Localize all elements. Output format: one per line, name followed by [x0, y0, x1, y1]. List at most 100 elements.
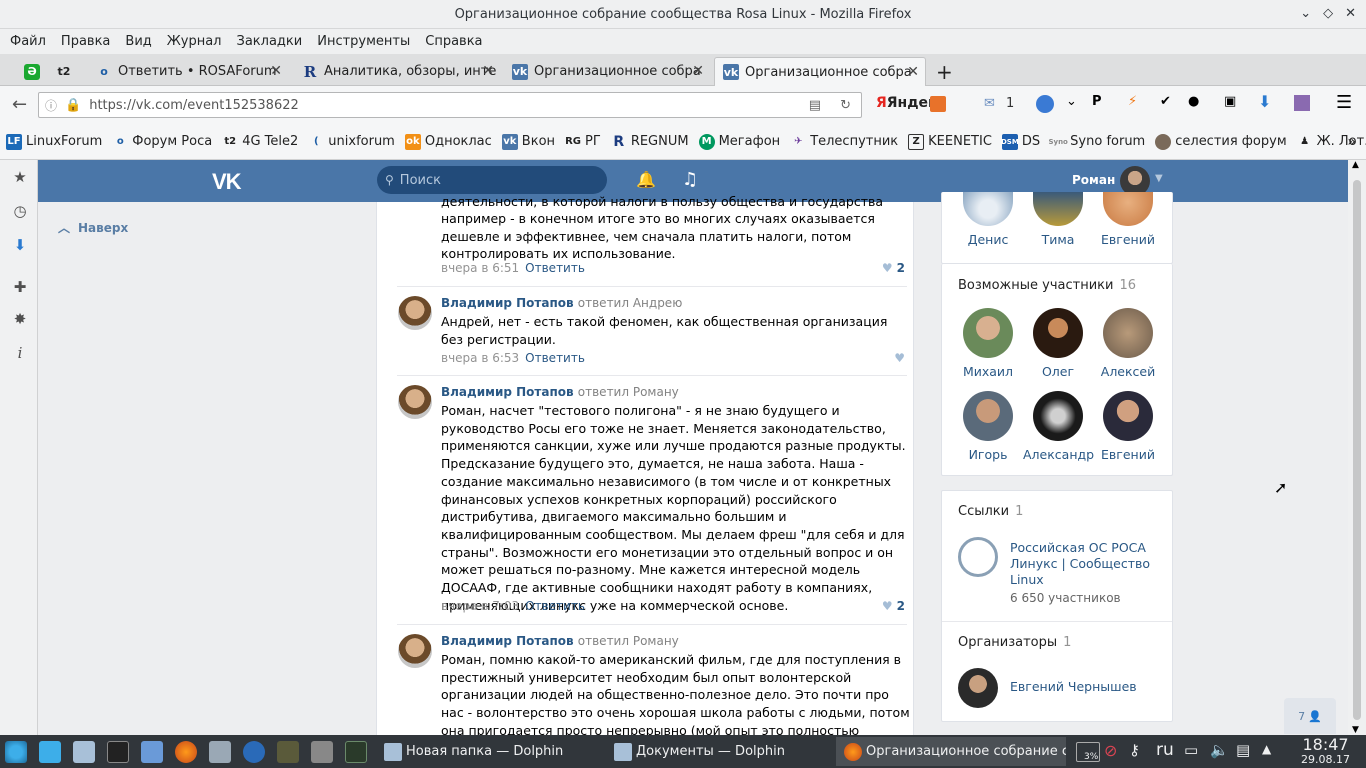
menu-view[interactable]: Вид [125, 34, 151, 49]
desktop-icon[interactable] [39, 741, 61, 763]
scroll-up-link[interactable]: ︿ Наверх [58, 219, 128, 236]
back-icon[interactable]: ← [12, 94, 27, 115]
participant[interactable]: Евгений [1093, 192, 1163, 247]
chevron-down-icon[interactable]: ▼ [1155, 173, 1163, 184]
bookmark-syno[interactable]: Syno Syno forum [1048, 134, 1145, 150]
menu-history[interactable]: Журнал [167, 34, 222, 49]
participant[interactable]: Игорь [953, 391, 1023, 462]
gear-icon[interactable]: ✸ [11, 310, 29, 328]
participant[interactable]: Алексей [1093, 308, 1163, 379]
download-icon[interactable]: ⬇ [11, 236, 29, 254]
menu-bookmarks[interactable]: Закладки [237, 34, 303, 49]
comment-author[interactable]: Владимир Потапов ответил Роману [441, 385, 679, 399]
task-dolphin-1[interactable]: Новая папка — Dolphin [376, 737, 602, 766]
tab-rosaforum[interactable]: o Ответить • ROSAForum ✕ [88, 57, 288, 86]
bookmark-megafon[interactable]: M Мегафон [698, 133, 780, 150]
like-button[interactable]: ♥ [894, 351, 905, 365]
bookmark-telesputnik[interactable]: ✈ Телеспутник [790, 134, 898, 150]
participant[interactable]: Тима [1023, 192, 1093, 247]
section-title[interactable]: Ссылки 1 [958, 504, 1023, 519]
clipboard-icon[interactable]: ⚷ [1129, 741, 1140, 759]
section-title[interactable]: Возможные участники 16 [958, 278, 1136, 293]
bookmark-ok[interactable]: ok Одноклас [404, 133, 492, 150]
link-title[interactable]: Российская ОС РОСА Линукс | Сообщество L… [1010, 540, 1160, 588]
participant[interactable]: Михаил [953, 308, 1023, 379]
bookmark-tele2[interactable]: t2 4G Tele2 [222, 134, 298, 150]
settings-icon[interactable] [311, 741, 333, 763]
puzzle-icon[interactable]: ✚ [11, 278, 29, 296]
bookmark-rg[interactable]: RG РГ [565, 134, 601, 150]
bell-icon[interactable]: 🔔 [636, 170, 656, 189]
close-tab-icon[interactable]: ✕ [692, 63, 704, 79]
tray-expand-icon[interactable]: ▲ [1262, 742, 1271, 756]
music-icon[interactable]: ♫ [682, 169, 698, 190]
clock[interactable]: 18:47 29.08.17 [1301, 736, 1350, 766]
terminal-icon[interactable] [107, 741, 129, 763]
user-icon[interactable]: ● [1188, 94, 1199, 109]
shield-icon[interactable] [277, 741, 299, 763]
scroll-up-arrow-icon[interactable]: ▲ [1352, 160, 1359, 170]
file-manager-icon[interactable] [73, 741, 95, 763]
scrollbar-thumb[interactable] [1353, 180, 1361, 720]
mail-icon[interactable]: ✉ [984, 96, 995, 111]
close-tab-icon[interactable]: ✕ [482, 63, 494, 79]
minimize-icon[interactable]: ⌄ [1300, 6, 1311, 21]
participant[interactable]: Александр [1023, 391, 1094, 462]
volume-icon[interactable]: 🔈 [1210, 741, 1229, 759]
url-text[interactable]: https://vk.com/event152538622 [89, 98, 299, 113]
page-scrollbar[interactable]: ▲ ▼ [1348, 160, 1366, 735]
screenshot-icon[interactable]: ▣ [1224, 94, 1236, 109]
network-disabled-icon[interactable]: ⊘ [1104, 741, 1117, 760]
participant[interactable]: Евгений [1093, 391, 1163, 462]
info-icon[interactable]: i [11, 344, 29, 362]
app-launcher-icon[interactable] [5, 741, 27, 763]
reload-icon[interactable]: ↻ [840, 98, 851, 113]
comment-author[interactable]: Владимир Потапов ответил Роману [441, 634, 679, 648]
notes-icon[interactable]: ▤ [1236, 741, 1250, 759]
section-title[interactable]: Организаторы 1 [958, 635, 1071, 650]
monitor-icon[interactable] [345, 741, 367, 763]
online-friends-button[interactable]: 7 👤 [1284, 698, 1336, 734]
close-tab-icon[interactable]: ✕ [907, 64, 919, 80]
p-addon-icon[interactable]: P [1092, 94, 1102, 109]
editor-icon[interactable] [141, 741, 163, 763]
bookmark-regnum[interactable]: R REGNUM [611, 134, 688, 150]
menu-tools[interactable]: Инструменты [317, 34, 410, 49]
avatar[interactable] [398, 634, 432, 668]
vk-user-name[interactable]: Роман [1072, 173, 1115, 187]
avatar[interactable] [398, 296, 432, 330]
bookmark-unixforum[interactable]: (unixforum [308, 134, 395, 150]
info-icon[interactable]: ⓘ [45, 97, 57, 114]
firefox-icon[interactable] [175, 741, 197, 763]
menu-help[interactable]: Справка [425, 34, 482, 49]
organizer-name[interactable]: Евгений Чернышев [1010, 679, 1137, 694]
pocket-icon[interactable]: ✔ [1160, 94, 1171, 109]
lightning-icon[interactable]: ⚡ [1128, 94, 1137, 109]
maximize-icon[interactable]: ◇ [1323, 6, 1333, 21]
close-icon[interactable]: ✕ [1345, 6, 1356, 21]
menu-file[interactable]: Файл [10, 34, 46, 49]
vk-search-input[interactable]: ⚲ Поиск [377, 166, 607, 194]
skype-icon[interactable] [243, 741, 265, 763]
hamburger-menu-icon[interactable]: ☰ [1336, 92, 1352, 113]
more-bookmarks-icon[interactable]: » [1347, 134, 1356, 150]
bookmark-keenetic[interactable]: Z KEENETIC [908, 133, 992, 150]
bookmark-rosa[interactable]: o Форум Роса [112, 134, 212, 150]
chevron-down-icon[interactable]: ⌄ [1066, 94, 1077, 109]
bookmark-linuxforum[interactable]: LF LinuxForum [6, 133, 102, 150]
history-icon[interactable]: ◷ [11, 202, 29, 220]
task-firefox[interactable]: Организационное собрание с... [836, 737, 1066, 766]
task-dolphin-2[interactable]: Документы — Dolphin [606, 737, 832, 766]
like-button[interactable]: ♥ 2 [882, 599, 905, 613]
participant[interactable]: Олег [1023, 308, 1093, 379]
system-icon[interactable] [209, 741, 231, 763]
new-tab-button[interactable]: + [928, 57, 952, 86]
tab-vk-1[interactable]: vk Организационное собра ✕ [504, 57, 710, 86]
bookmark-ds[interactable]: DSM DS [1001, 133, 1040, 150]
vpn-icon[interactable] [1036, 95, 1054, 113]
scroll-down-arrow-icon[interactable]: ▼ [1352, 725, 1359, 735]
pinned-tab-2[interactable]: t2 [54, 57, 80, 86]
pinned-tab-1[interactable]: Ə [22, 57, 44, 86]
extension-icon[interactable] [1294, 95, 1310, 111]
rosa-logo-icon[interactable] [958, 537, 998, 577]
